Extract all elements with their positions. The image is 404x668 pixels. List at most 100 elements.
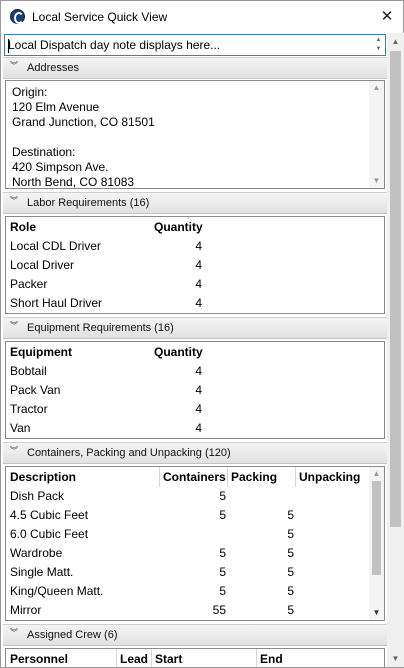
- addresses-text: Origin: 120 Elm Avenue Grand Junction, C…: [12, 85, 155, 189]
- column-divider[interactable]: [256, 649, 257, 667]
- containers-cell: 5: [219, 508, 226, 522]
- table-row[interactable]: Mirror 55 5: [6, 603, 384, 620]
- containers-cell: 5: [219, 584, 226, 598]
- section-title: Containers, Packing and Unpacking (120): [27, 447, 231, 459]
- title-bar: Local Service Quick View ✕: [1, 1, 403, 33]
- equipment-cell: Van: [10, 421, 31, 435]
- column-header-lead[interactable]: Lead: [120, 652, 148, 666]
- containers-grid: Description Containers Packing Unpacking…: [5, 466, 385, 621]
- column-header-personnel[interactable]: Personnel: [10, 652, 68, 666]
- description-cell: Single Matt.: [10, 565, 74, 579]
- quantity-cell: 4: [195, 383, 202, 397]
- table-row[interactable]: Wardrobe 5 5: [6, 546, 384, 565]
- column-header-description[interactable]: Description: [10, 470, 76, 484]
- table-row[interactable]: 6.0 Cubic Feet 5: [6, 527, 384, 546]
- packing-cell: 5: [287, 565, 294, 579]
- collapse-chevron-icon: ︾: [10, 628, 18, 637]
- section-header-containers[interactable]: ︾ Containers, Packing and Unpacking (120…: [3, 442, 387, 464]
- scroll-up-icon[interactable]: ▲: [387, 33, 404, 50]
- column-header-unpacking[interactable]: Unpacking: [299, 470, 360, 484]
- column-header-packing[interactable]: Packing: [231, 470, 277, 484]
- scroll-thumb[interactable]: [390, 51, 401, 527]
- equipment-cell: Pack Van: [10, 383, 61, 397]
- quantity-cell: 4: [195, 239, 202, 253]
- quantity-cell: 4: [195, 421, 202, 435]
- section-title: Assigned Crew (6): [27, 629, 118, 641]
- quantity-cell: 4: [195, 296, 202, 310]
- close-button[interactable]: ✕: [375, 5, 399, 29]
- column-divider[interactable]: [295, 467, 296, 487]
- containers-cell: 5: [219, 546, 226, 560]
- table-row[interactable]: King/Queen Matt. 5 5: [6, 584, 384, 603]
- collapse-chevron-icon: ︾: [10, 61, 18, 70]
- dispatch-note-text: Local Dispatch day note displays here...: [8, 38, 221, 52]
- column-divider[interactable]: [159, 467, 160, 487]
- packing-cell: 5: [287, 508, 294, 522]
- scroll-down-icon[interactable]: ▼: [387, 650, 404, 667]
- section-header-equipment[interactable]: ︾ Equipment Requirements (16): [3, 317, 387, 339]
- column-divider[interactable]: [151, 649, 152, 667]
- containers-scrollbar[interactable]: ▲ ▼: [369, 467, 384, 620]
- column-header-quantity[interactable]: Quantity: [154, 345, 203, 359]
- section-header-crew[interactable]: ︾ Assigned Crew (6): [3, 624, 387, 646]
- column-header-start[interactable]: Start: [155, 652, 182, 666]
- table-row[interactable]: 4.5 Cubic Feet 5 5: [6, 508, 384, 527]
- packing-cell: 5: [287, 527, 294, 541]
- scroll-up-icon[interactable]: ▲: [369, 81, 384, 95]
- packing-cell: 5: [287, 546, 294, 560]
- table-row[interactable]: Pack Van 4: [6, 383, 384, 402]
- column-header-quantity[interactable]: Quantity: [154, 220, 203, 234]
- equipment-grid: Equipment Quantity Bobtail 4 Pack Van 4 …: [5, 341, 385, 439]
- column-divider[interactable]: [116, 649, 117, 667]
- labor-grid: Role Quantity Local CDL Driver 4 Local D…: [5, 216, 385, 314]
- table-row[interactable]: Single Matt. 5 5: [6, 565, 384, 584]
- section-header-addresses[interactable]: ︾ Addresses: [3, 57, 387, 79]
- scroll-thumb[interactable]: [372, 481, 381, 575]
- containers-cell: 5: [219, 565, 226, 579]
- addresses-panel[interactable]: Origin: 120 Elm Avenue Grand Junction, C…: [5, 80, 385, 189]
- scroll-down-icon[interactable]: ▼: [369, 174, 384, 188]
- column-header-end[interactable]: End: [260, 652, 283, 666]
- description-cell: 6.0 Cubic Feet: [10, 527, 89, 541]
- column-header-role[interactable]: Role: [10, 220, 36, 234]
- table-row[interactable]: Short Haul Driver 4: [6, 296, 384, 313]
- addresses-scrollbar[interactable]: ▲ ▼: [369, 81, 384, 188]
- description-cell: 4.5 Cubic Feet: [10, 508, 89, 522]
- description-cell: King/Queen Matt.: [10, 584, 104, 598]
- quick-view-window: Local Service Quick View ✕ Local Dispatc…: [0, 0, 404, 668]
- table-row[interactable]: Dish Pack 5: [6, 489, 384, 508]
- packing-cell: 5: [287, 584, 294, 598]
- description-cell: Wardrobe: [10, 546, 63, 560]
- collapse-chevron-icon: ︾: [10, 196, 18, 205]
- quantity-cell: 4: [195, 364, 202, 378]
- role-cell: Local CDL Driver: [10, 239, 101, 253]
- content-area: Local Dispatch day note displays here...…: [3, 33, 387, 667]
- quantity-cell: 4: [195, 402, 202, 416]
- section-header-labor[interactable]: ︾ Labor Requirements (16): [3, 192, 387, 214]
- table-row[interactable]: Bobtail 4: [6, 364, 384, 383]
- table-row[interactable]: Local CDL Driver 4: [6, 239, 384, 258]
- column-divider[interactable]: [227, 467, 228, 487]
- table-row[interactable]: Local Driver 4: [6, 258, 384, 277]
- main-scrollbar[interactable]: ▲ ▼: [387, 33, 404, 667]
- table-row[interactable]: Packer 4: [6, 277, 384, 296]
- description-cell: Mirror: [10, 603, 42, 617]
- role-cell: Short Haul Driver: [10, 296, 103, 310]
- section-title: Equipment Requirements (16): [27, 322, 174, 334]
- table-row[interactable]: Tractor 4: [6, 402, 384, 421]
- scroll-down-icon[interactable]: ▼: [369, 606, 384, 620]
- section-title: Labor Requirements (16): [27, 197, 150, 209]
- collapse-chevron-icon: ︾: [10, 321, 18, 330]
- role-cell: Local Driver: [10, 258, 75, 272]
- crew-grid: Personnel Lead Start End: [5, 648, 385, 667]
- quantity-cell: 4: [195, 277, 202, 291]
- column-header-equipment[interactable]: Equipment: [10, 345, 72, 359]
- note-scroll-arrows[interactable]: ▲ ▼: [374, 36, 383, 54]
- app-logo-icon: [10, 9, 25, 24]
- equipment-cell: Tractor: [10, 402, 48, 416]
- dispatch-note-field[interactable]: Local Dispatch day note displays here...…: [4, 34, 386, 56]
- table-row[interactable]: Van 4: [6, 421, 384, 438]
- scroll-up-icon[interactable]: ▲: [369, 467, 384, 481]
- column-header-containers[interactable]: Containers: [163, 470, 226, 484]
- quantity-cell: 4: [195, 258, 202, 272]
